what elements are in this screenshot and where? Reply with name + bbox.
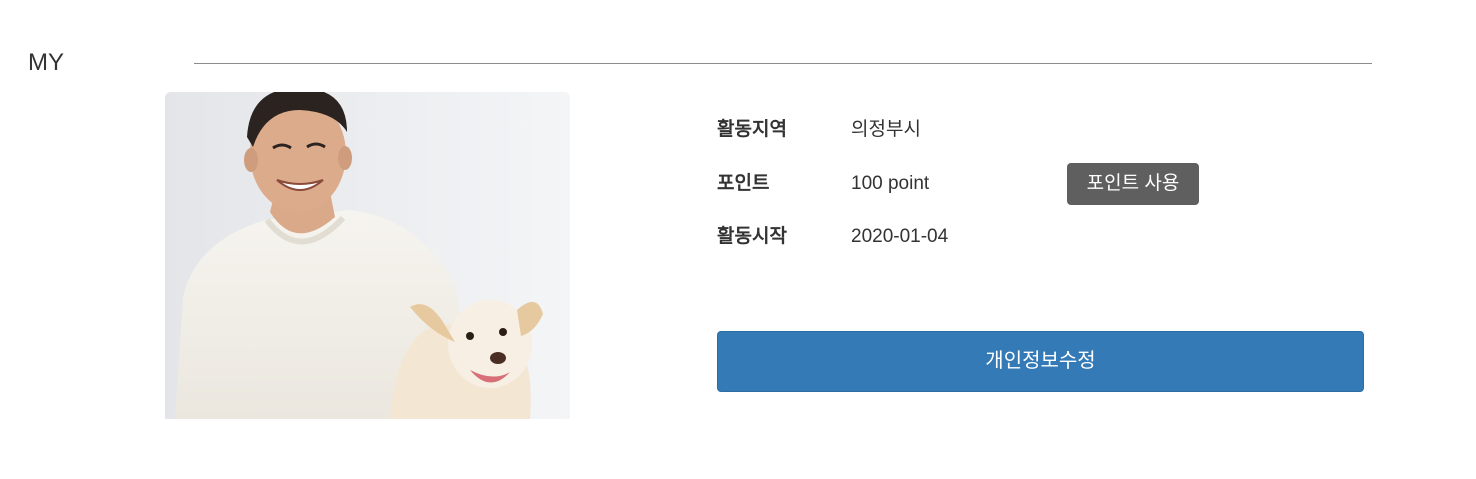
start-date-label: 활동시작 [717,226,787,247]
points-label: 포인트 [717,173,770,194]
section-title: MY [28,49,64,76]
start-date-value: 2020-01-04 [851,226,949,247]
region-label: 활동지역 [717,119,787,140]
profile-photo [165,92,570,419]
region-value: 의정부시 [851,119,921,140]
edit-profile-button[interactable]: 개인정보수정 [717,331,1364,392]
use-points-button[interactable]: 포인트 사용 [1067,163,1199,205]
points-value: 100 point [851,173,930,194]
title-divider [194,63,1372,64]
